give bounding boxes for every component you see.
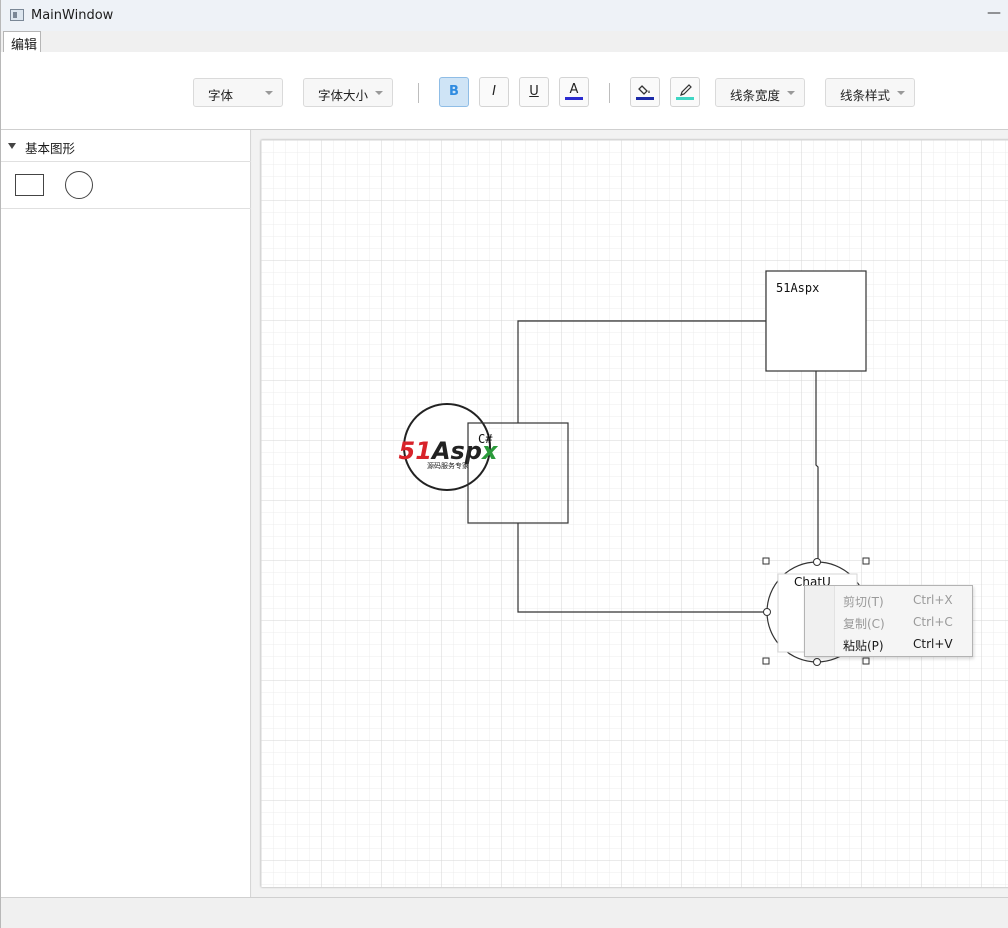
- rectangle-shape-icon[interactable]: [15, 174, 44, 196]
- chevron-down-icon: [787, 91, 795, 95]
- expand-triangle-icon[interactable]: [8, 143, 16, 149]
- line-color-swatch: [676, 97, 694, 100]
- menu-item-shortcut: Ctrl+X: [913, 593, 953, 607]
- line-style-label: 线条样式: [840, 88, 891, 103]
- node-text-csharp: C#: [478, 432, 493, 446]
- window-title: MainWindow: [31, 8, 114, 23]
- app-icon: [10, 9, 24, 21]
- canvas-scroll-area: 51Aspx 源码服务专家 C# 51Aspx ChatU: [252, 130, 1008, 897]
- line-width-dropdown[interactable]: 线条宽度: [715, 78, 805, 107]
- ribbon-tab-strip: 编辑: [1, 31, 1008, 53]
- font-color-button[interactable]: A: [559, 77, 589, 107]
- node-text-51aspx: 51Aspx: [776, 281, 819, 295]
- bold-button[interactable]: B: [439, 77, 469, 107]
- minimize-button[interactable]: —: [979, 2, 1008, 28]
- fill-color-button[interactable]: [630, 77, 660, 107]
- font-size-dropdown[interactable]: 字体大小: [303, 78, 393, 107]
- toolbar-separator: [609, 83, 610, 103]
- menu-item-shortcut: Ctrl+C: [913, 615, 953, 629]
- menu-item-paste[interactable]: 粘贴(P) Ctrl+V: [805, 633, 972, 655]
- toolbar-separator: [418, 83, 419, 103]
- rectangle-node-51aspx[interactable]: 51Aspx: [765, 270, 867, 372]
- line-color-button[interactable]: [670, 77, 700, 107]
- logo-text-black: Asp: [430, 437, 482, 465]
- menu-item-label: 复制(C): [843, 617, 885, 631]
- menu-item-shortcut: Ctrl+V: [913, 637, 953, 651]
- title-bar: MainWindow —: [1, 0, 1008, 31]
- font-size-label: 字体大小: [318, 88, 369, 103]
- chevron-down-icon: [897, 91, 905, 95]
- italic-button[interactable]: I: [479, 77, 509, 107]
- chevron-down-icon: [375, 91, 383, 95]
- basic-shapes-list: [1, 162, 251, 209]
- circle-shape-icon[interactable]: [65, 171, 93, 199]
- font-color-letter: A: [569, 82, 579, 97]
- context-menu: 剪切(T) Ctrl+X 复制(C) Ctrl+C 粘贴(P) Ctrl+V: [804, 585, 973, 657]
- underline-button[interactable]: U: [519, 77, 549, 107]
- status-bar: [1, 897, 1008, 928]
- font-color-swatch: [565, 97, 583, 100]
- connection-port[interactable]: [763, 608, 771, 616]
- tab-edit[interactable]: 编辑: [3, 31, 41, 53]
- line-style-dropdown[interactable]: 线条样式: [825, 78, 915, 107]
- font-family-dropdown[interactable]: 字体: [193, 78, 283, 107]
- menu-item-label: 剪切(T): [843, 595, 884, 609]
- basic-shapes-title: 基本图形: [25, 141, 76, 156]
- canvas-grid: [261, 140, 1008, 887]
- menu-item-cut[interactable]: 剪切(T) Ctrl+X: [805, 589, 972, 611]
- ribbon-toolbar: 字体 字体大小 B I U A 线条宽度 线条样式: [1, 52, 1008, 130]
- logo-text-red: 51: [399, 437, 432, 465]
- resize-handle[interactable]: [862, 557, 870, 565]
- main-window: MainWindow — 编辑 字体 字体大小 B I U A 线条宽度 线条样…: [0, 0, 1008, 928]
- menu-item-copy[interactable]: 复制(C) Ctrl+C: [805, 611, 972, 633]
- resize-handle[interactable]: [762, 657, 770, 665]
- chevron-down-icon: [265, 91, 273, 95]
- shape-library-panel: 基本图形: [1, 130, 251, 897]
- basic-shapes-header[interactable]: 基本图形: [1, 130, 251, 162]
- resize-handle[interactable]: [862, 657, 870, 665]
- connection-port[interactable]: [813, 658, 821, 666]
- connection-port[interactable]: [813, 558, 821, 566]
- diagram-canvas[interactable]: 51Aspx 源码服务专家 C# 51Aspx ChatU: [261, 140, 1008, 887]
- resize-handle[interactable]: [762, 557, 770, 565]
- logo-subtext: 源码服务专家: [427, 461, 469, 470]
- line-width-label: 线条宽度: [730, 88, 781, 103]
- fill-color-swatch: [636, 97, 654, 100]
- menu-item-label: 粘贴(P): [843, 639, 884, 653]
- font-family-label: 字体: [208, 88, 234, 103]
